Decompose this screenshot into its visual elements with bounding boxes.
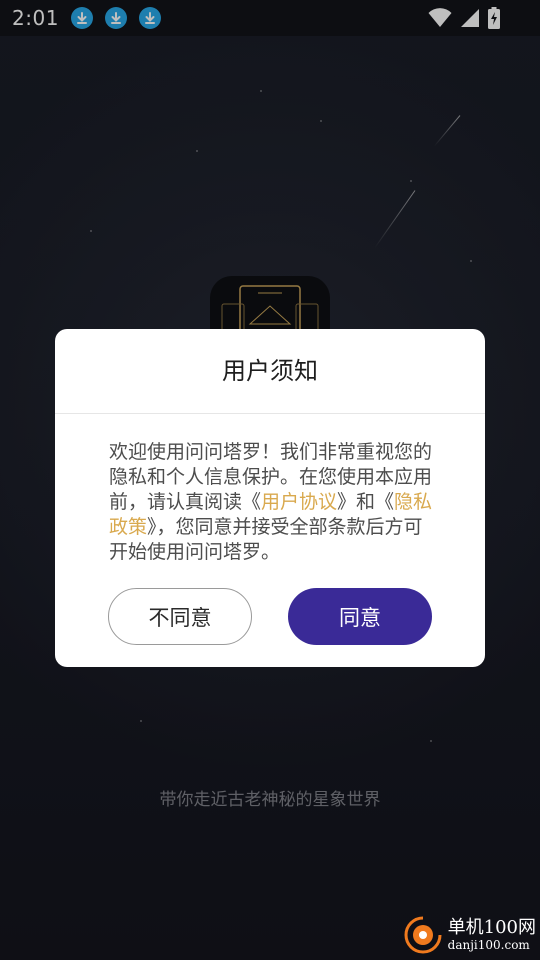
- user-agreement-link[interactable]: 用户协议: [261, 491, 337, 513]
- body-text: 》，您同意并接受全部条款后方可开始使用问问塔罗。: [109, 516, 423, 563]
- body-text: 》和《: [337, 491, 395, 513]
- decline-button[interactable]: 不同意: [108, 588, 252, 645]
- dialog-body: 欢迎使用问问塔罗！我们非常重视您的隐私和个人信息保护。在您使用本应用前，请认真阅…: [55, 414, 485, 565]
- accept-button[interactable]: 同意: [288, 588, 432, 645]
- dialog-title: 用户须知: [55, 329, 485, 414]
- watermark-text: 单机100网 danji100.com: [447, 917, 536, 953]
- watermark-sub: danji100.com: [447, 938, 530, 952]
- watermark: 单机100网 danji100.com: [404, 916, 536, 954]
- watermark-logo-icon: [404, 916, 442, 954]
- user-notice-dialog: 用户须知 欢迎使用问问塔罗！我们非常重视您的隐私和个人信息保护。在您使用本应用前…: [55, 329, 485, 667]
- watermark-main: 单机100网: [447, 917, 536, 938]
- dialog-buttons: 不同意 同意: [108, 588, 432, 645]
